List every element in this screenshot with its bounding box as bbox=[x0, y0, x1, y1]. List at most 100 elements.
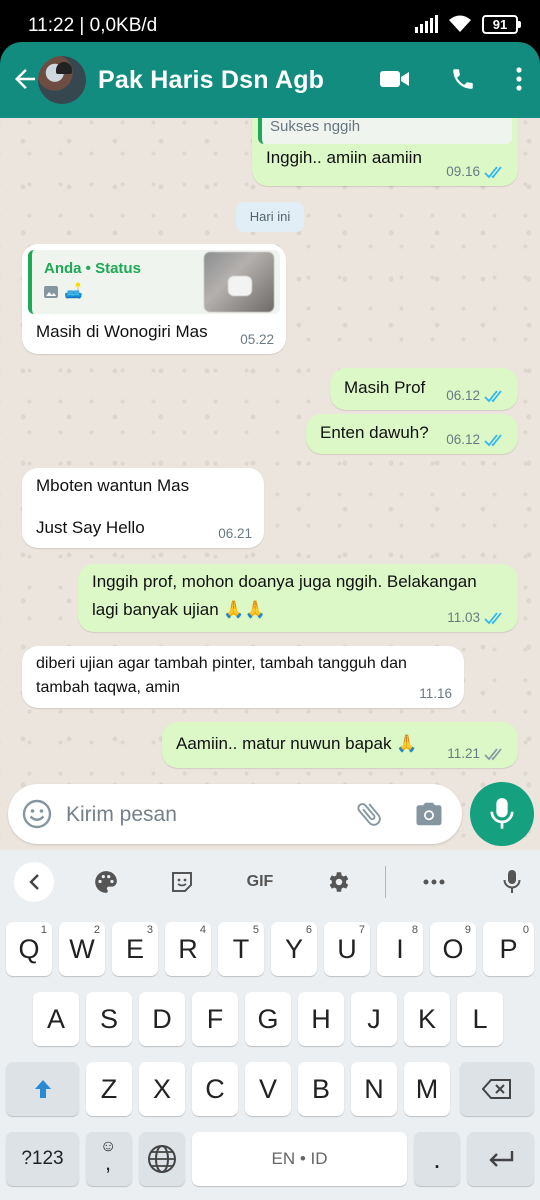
key-label: O bbox=[442, 934, 464, 964]
chat-header: Pak Haris Dsn Agb bbox=[0, 42, 540, 118]
keyboard-settings-button[interactable] bbox=[318, 862, 358, 902]
key-g[interactable]: G bbox=[245, 992, 291, 1046]
message-input[interactable]: Kirim pesan bbox=[8, 784, 462, 844]
period-key[interactable]: . bbox=[414, 1132, 460, 1186]
key-q[interactable]: Q1 bbox=[6, 922, 52, 976]
message-bubble-outgoing[interactable]: Masih Prof 06.12 bbox=[330, 368, 518, 410]
status-icons: 91 bbox=[415, 14, 521, 34]
key-k[interactable]: K bbox=[404, 992, 450, 1046]
key-m[interactable]: M bbox=[404, 1062, 450, 1116]
key-hint: 3 bbox=[146, 924, 153, 936]
message-text: Masih di Wonogiri Mas bbox=[36, 322, 208, 341]
key-hint: 9 bbox=[464, 924, 471, 936]
key-c[interactable]: C bbox=[192, 1062, 238, 1116]
chat-area[interactable]: Sukses nggih Inggih.. amiin aamiin 09.16… bbox=[0, 118, 540, 850]
key-f[interactable]: F bbox=[192, 992, 238, 1046]
key-u[interactable]: U7 bbox=[324, 922, 370, 976]
voice-call-icon[interactable] bbox=[450, 66, 476, 92]
contact-name[interactable]: Pak Haris Dsn Agb bbox=[98, 66, 324, 95]
key-label: W bbox=[69, 934, 95, 964]
message-bubble-status-reply[interactable]: Anda • Status 🛋️ Masih di Wonogiri Mas 0… bbox=[22, 244, 286, 354]
message-bubble-incoming[interactable]: diberi ujian agar tambah pinter, tambah … bbox=[22, 646, 464, 708]
key-x[interactable]: X bbox=[139, 1062, 185, 1116]
message-bubble-outgoing[interactable]: Sukses nggih Inggih.. amiin aamiin 09.16 bbox=[252, 118, 518, 186]
emoji-icon[interactable] bbox=[22, 799, 52, 829]
quoted-message[interactable]: Sukses nggih bbox=[258, 118, 512, 144]
key-label: M bbox=[415, 1074, 439, 1104]
microphone-icon bbox=[490, 798, 514, 829]
key-label: A bbox=[46, 1004, 65, 1034]
key-e[interactable]: E3 bbox=[112, 922, 158, 976]
key-label: H bbox=[311, 1004, 331, 1034]
double-check-read-icon bbox=[484, 433, 502, 446]
space-key[interactable]: EN • ID bbox=[192, 1132, 407, 1186]
gif-button[interactable]: GIF bbox=[240, 862, 280, 902]
key-a[interactable]: A bbox=[33, 992, 79, 1046]
message-text: Aamiin.. matur nuwun bapak 🙏 bbox=[176, 734, 418, 753]
message-text-line: Just Say Hello bbox=[36, 518, 145, 537]
key-w[interactable]: W2 bbox=[59, 922, 105, 976]
key-v[interactable]: V bbox=[245, 1062, 291, 1116]
message-bubble-outgoing[interactable]: Aamiin.. matur nuwun bapak 🙏 11.21 bbox=[162, 722, 518, 768]
voice-record-button[interactable] bbox=[470, 782, 534, 846]
key-j[interactable]: J bbox=[351, 992, 397, 1046]
language-key[interactable] bbox=[139, 1132, 185, 1186]
shift-arrow-icon bbox=[34, 1080, 51, 1098]
status-quote[interactable]: Anda • Status 🛋️ bbox=[28, 250, 280, 314]
key-o[interactable]: O9 bbox=[430, 922, 476, 976]
video-call-icon[interactable] bbox=[380, 68, 410, 90]
double-check-read-icon bbox=[484, 389, 502, 402]
key-r[interactable]: R4 bbox=[165, 922, 211, 976]
microphone-icon bbox=[503, 870, 521, 893]
message-text-line: Mboten wantun Mas bbox=[36, 476, 190, 495]
key-l[interactable]: L bbox=[457, 992, 503, 1046]
key-z[interactable]: Z bbox=[86, 1062, 132, 1116]
message-meta: 11.16 bbox=[419, 686, 452, 701]
message-time: 11.21 bbox=[447, 746, 480, 761]
back-arrow-icon[interactable] bbox=[10, 64, 40, 94]
voice-input-button[interactable] bbox=[492, 862, 532, 902]
camera-icon[interactable] bbox=[414, 799, 444, 829]
key-label: V bbox=[258, 1074, 277, 1104]
key-label: R bbox=[178, 934, 198, 964]
key-b[interactable]: B bbox=[298, 1062, 344, 1116]
keyboard-collapse-button[interactable] bbox=[14, 862, 54, 902]
key-hint: 5 bbox=[252, 924, 259, 936]
key-hint: 8 bbox=[411, 924, 418, 936]
shift-key[interactable] bbox=[6, 1062, 79, 1116]
theme-palette-button[interactable] bbox=[86, 862, 126, 902]
key-label: N bbox=[364, 1074, 384, 1104]
message-bubble-outgoing[interactable]: Enten dawuh? 06.12 bbox=[306, 414, 518, 454]
message-meta: 09.16 bbox=[446, 164, 506, 179]
message-bubble-outgoing[interactable]: Inggih prof, mohon doanya juga nggih. Be… bbox=[78, 564, 518, 632]
message-bubble-incoming[interactable]: Mboten wantun Mas Just Say Hello 06.21 bbox=[22, 468, 264, 548]
symbols-key[interactable]: ?123 bbox=[6, 1132, 79, 1186]
message-meta: 05.22 bbox=[240, 332, 274, 347]
key-n[interactable]: N bbox=[351, 1062, 397, 1116]
comma-label: , bbox=[105, 1150, 112, 1175]
key-h[interactable]: H bbox=[298, 992, 344, 1046]
more-options-icon[interactable] bbox=[516, 67, 522, 91]
contact-avatar[interactable] bbox=[38, 56, 86, 104]
key-s[interactable]: S bbox=[86, 992, 132, 1046]
enter-key[interactable] bbox=[467, 1132, 534, 1186]
globe-icon bbox=[148, 1145, 176, 1173]
message-time: 06.12 bbox=[446, 432, 480, 447]
key-t[interactable]: T5 bbox=[218, 922, 264, 976]
key-label: K bbox=[417, 1004, 436, 1034]
key-d[interactable]: D bbox=[139, 992, 185, 1046]
emoji-comma-key[interactable]: ☺ , bbox=[86, 1132, 132, 1186]
bullet-separator: • bbox=[85, 260, 96, 277]
message-meta: 06.12 bbox=[446, 388, 506, 403]
key-hint: 0 bbox=[522, 924, 529, 936]
more-tools-button[interactable] bbox=[414, 862, 454, 902]
key-label: E bbox=[125, 934, 144, 964]
key-y[interactable]: Y6 bbox=[271, 922, 317, 976]
sticker-button[interactable] bbox=[162, 862, 202, 902]
key-label: L bbox=[472, 1004, 488, 1034]
attach-paperclip-icon[interactable] bbox=[354, 799, 384, 829]
backspace-key[interactable] bbox=[460, 1062, 534, 1116]
key-p[interactable]: P0 bbox=[483, 922, 534, 976]
key-i[interactable]: I8 bbox=[377, 922, 423, 976]
key-label: I bbox=[396, 934, 404, 964]
